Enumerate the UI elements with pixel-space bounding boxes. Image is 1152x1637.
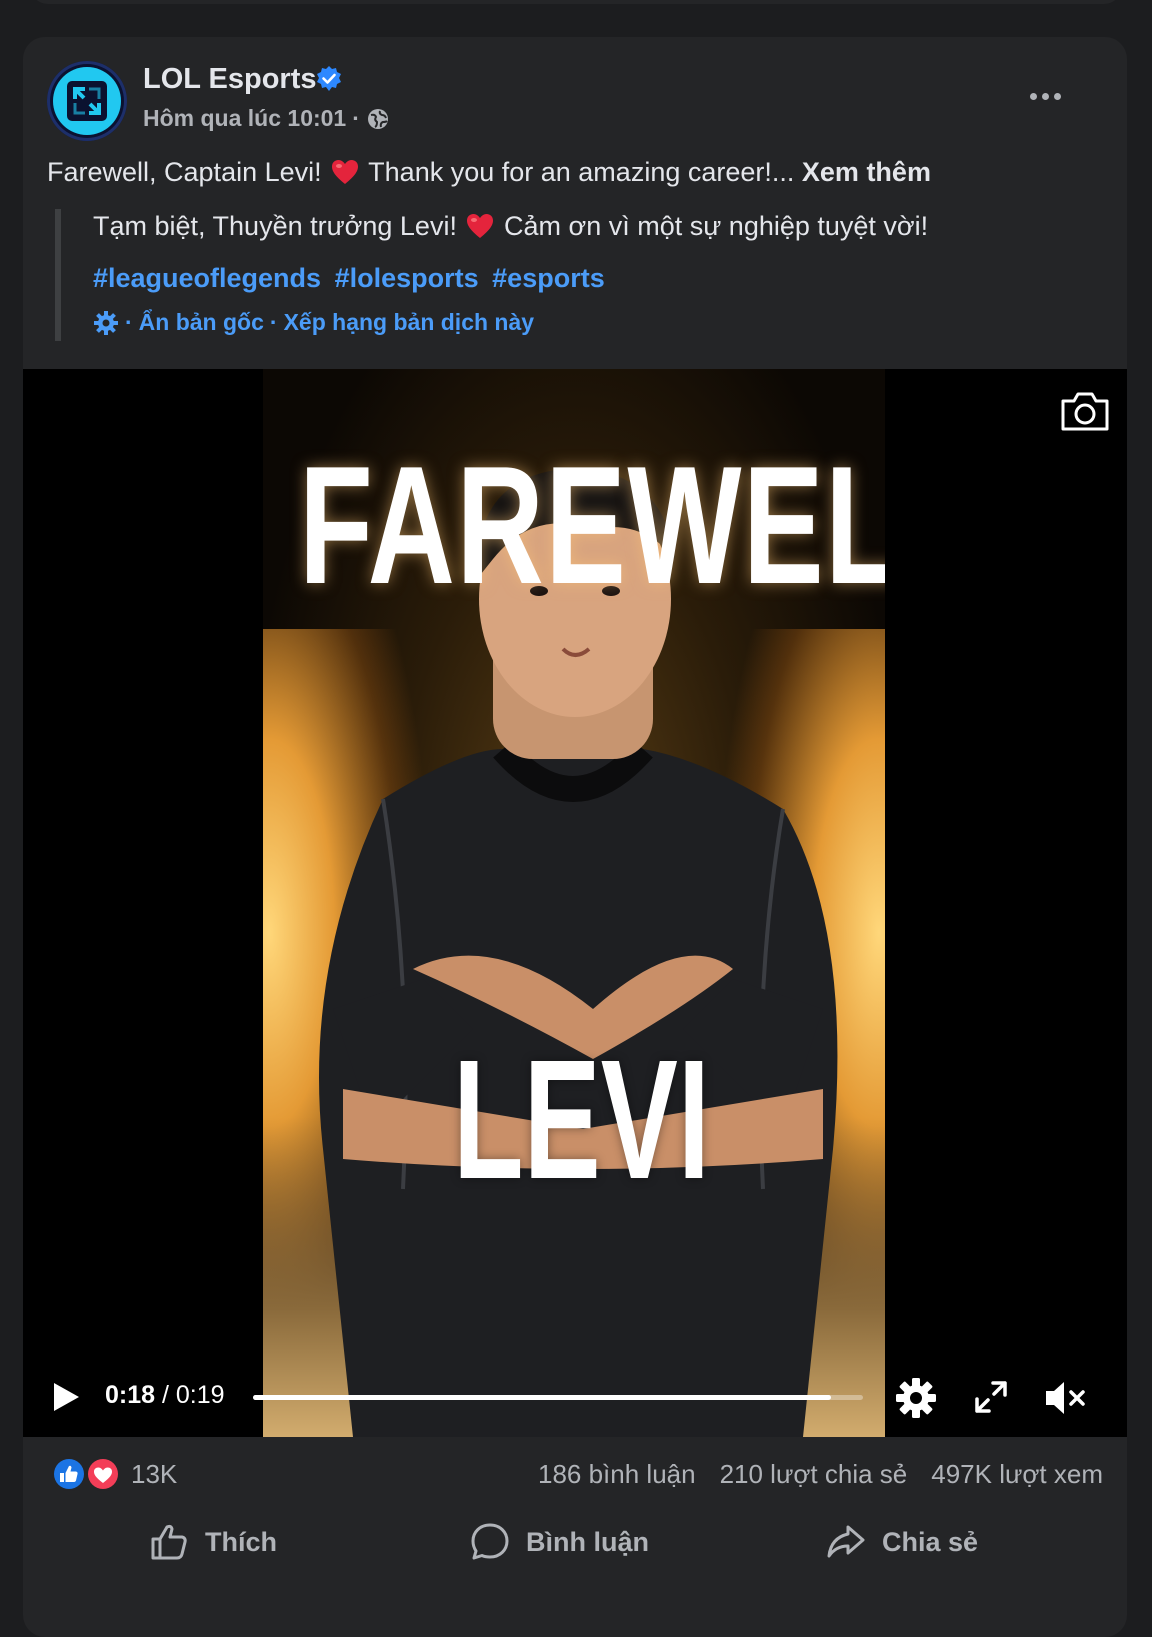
previous-post-card-edge (30, 0, 1122, 4)
meta-separator: · (352, 105, 360, 131)
video-progress-bar[interactable] (253, 1395, 863, 1400)
see-more-link[interactable]: Xem thêm (802, 157, 931, 187)
action-bar: Thích Bình luận Chia sẻ (23, 1509, 1127, 1579)
video-controls: 0:18 / 0:19 (23, 1369, 1127, 1433)
poster-player-name: LEVI (453, 1025, 710, 1215)
video-time: 0:18 / 0:19 (105, 1381, 225, 1410)
verified-badge-icon (317, 66, 341, 91)
translated-text-2: Cảm ơn vì một sự nghiệp tuyệt vời! (503, 211, 929, 241)
post-meta: Hôm qua lúc 10:01 · (143, 105, 390, 132)
translated-text: Tạm biệt, Thuyền trưởng Levi! Cảm ơn vì … (93, 211, 928, 242)
separator: · (125, 309, 133, 335)
current-time: 0:18 (105, 1381, 156, 1409)
video-poster: FAREWELL LEVI (263, 369, 885, 1437)
video-progress-fill (253, 1395, 831, 1400)
fullscreen-icon[interactable] (973, 1379, 1009, 1415)
share-icon (827, 1525, 865, 1558)
translated-text-1: Tạm biệt, Thuyền trưởng Levi! (93, 211, 457, 241)
comment-button[interactable]: Bình luận (470, 1519, 649, 1565)
hashtag-link[interactable]: #leagueoflegends (93, 263, 321, 293)
reaction-count[interactable]: 13K (131, 1459, 177, 1490)
avatar[interactable] (47, 61, 127, 141)
share-label: Chia sẻ (882, 1526, 979, 1557)
hashtag-link[interactable]: #lolesports (335, 263, 479, 293)
mute-icon[interactable] (1043, 1377, 1089, 1419)
hide-original-link[interactable]: Ẩn bản gốc (139, 309, 264, 336)
like-label: Thích (205, 1526, 277, 1557)
share-count[interactable]: 210 lượt chia sẻ (720, 1459, 908, 1490)
poster-title: FAREWELL (299, 431, 885, 619)
post-card: LOL Esports Hôm qua lúc 10:01 · Farewell… (23, 37, 1127, 1637)
rate-translation-link[interactable]: Xếp hạng bản dịch này (284, 309, 534, 336)
post-caption: Farewell, Captain Levi! Thank you for an… (47, 157, 931, 188)
page-name[interactable]: LOL Esports (143, 63, 317, 96)
caption-text-1: Farewell, Captain Levi! (47, 157, 322, 187)
comment-label: Bình luận (526, 1526, 649, 1557)
comment-count[interactable]: 186 bình luận (538, 1459, 696, 1490)
reaction-icons[interactable] (49, 1455, 125, 1493)
engagement-stats: 13K 186 bình luận 210 lượt chia sẻ 497K … (23, 1437, 1127, 1507)
view-count: 497K lượt xem (931, 1459, 1103, 1489)
stats-right: 186 bình luận 210 lượt chia sẻ 497K lượt… (538, 1459, 1103, 1490)
more-options-icon[interactable] (1023, 81, 1067, 111)
separator: · (269, 309, 278, 335)
gear-small-icon[interactable] (93, 310, 119, 336)
lol-esports-logo-mark (67, 81, 107, 121)
share-button[interactable]: Chia sẻ (826, 1519, 978, 1565)
hashtag-list: #leagueoflegends #lolesports #esports (93, 263, 611, 294)
heart-emoji-icon (332, 160, 359, 184)
play-icon[interactable] (51, 1381, 81, 1413)
translation-block: Tạm biệt, Thuyền trưởng Levi! Cảm ơn vì … (55, 209, 1061, 341)
camera-icon[interactable] (1059, 389, 1111, 433)
hashtag-link[interactable]: #esports (492, 263, 605, 293)
thumbs-up-icon (151, 1524, 187, 1560)
heart-emoji-icon (467, 214, 494, 238)
translation-actions: · Ẩn bản gốc · Xếp hạng bản dịch này (93, 309, 534, 336)
video-player[interactable]: FAREWELL LEVI 0:18 / 0:19 (23, 369, 1127, 1437)
post-timestamp[interactable]: Hôm qua lúc 10:01 (143, 105, 346, 132)
settings-gear-icon[interactable] (895, 1377, 937, 1419)
like-button[interactable]: Thích (149, 1519, 277, 1565)
comment-icon (471, 1523, 509, 1560)
caption-text-2: Thank you for an amazing career!... (368, 157, 795, 187)
globe-icon (367, 108, 388, 129)
time-separator: / (155, 1381, 176, 1409)
duration: 0:19 (175, 1381, 225, 1409)
